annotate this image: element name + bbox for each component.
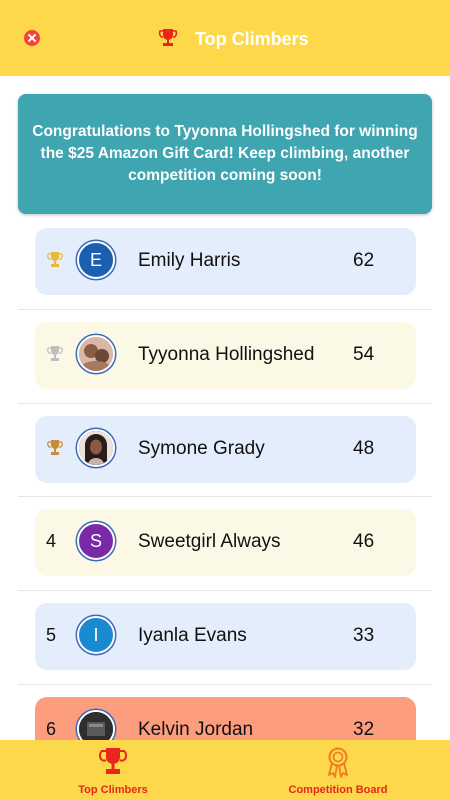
tab-top-climbers[interactable]: Top Climbers xyxy=(58,740,168,800)
player-name: Symone Grady xyxy=(138,438,265,459)
rank-number: 5 xyxy=(46,625,57,645)
leaderboard-row[interactable]: Tyyonna Hollingshed 54 xyxy=(35,322,416,389)
avatar-photo xyxy=(79,431,113,465)
avatar-initial: E xyxy=(89,249,102,270)
row-divider xyxy=(18,684,432,685)
award-ribbon-icon xyxy=(328,747,348,778)
player-name: Emily Harris xyxy=(138,250,241,271)
tab-label: Competition Board xyxy=(288,784,388,796)
page-title: Top Climbers xyxy=(195,29,309,49)
close-icon[interactable] xyxy=(24,30,40,46)
player-name: Iyanla Evans xyxy=(138,625,247,646)
player-score: 62 xyxy=(353,250,375,271)
avatar xyxy=(77,335,115,373)
avatar-photo xyxy=(79,337,113,371)
row-divider xyxy=(18,309,432,310)
player-score: 32 xyxy=(353,719,375,740)
trophy-icon xyxy=(99,748,127,774)
row-divider xyxy=(18,496,432,497)
tab-competition-board[interactable]: Competition Board xyxy=(278,740,398,800)
announcement-banner: Congratulations to Tyyonna Hollingshed f… xyxy=(18,94,432,214)
leaderboard-row[interactable]: Symone Grady 48 xyxy=(35,416,416,483)
player-name: Kelvin Jordan xyxy=(138,719,254,740)
player-score: 33 xyxy=(353,625,375,646)
row-divider xyxy=(18,403,432,404)
avatar-initial: S xyxy=(89,530,102,551)
avatar: S xyxy=(77,522,115,560)
leaderboard-row[interactable]: 4 S Sweetgirl Always 46 xyxy=(35,509,416,576)
avatar: E xyxy=(77,241,115,279)
leaderboard-row[interactable]: E Emily Harris 62 xyxy=(35,228,416,295)
avatar: I xyxy=(77,616,115,654)
bottom-tab-bar: Top Climbers Competition Board xyxy=(0,740,450,800)
tab-label: Top Climbers xyxy=(78,784,148,796)
rank-number: 4 xyxy=(46,531,57,551)
announcement-text: Congratulations to Tyyonna Hollingshed f… xyxy=(32,123,418,184)
bronze-trophy-icon xyxy=(47,440,63,455)
avatar xyxy=(77,429,115,467)
player-score: 54 xyxy=(353,344,375,365)
gold-trophy-icon xyxy=(47,252,63,267)
rank-number: 6 xyxy=(46,719,57,739)
row-divider xyxy=(18,590,432,591)
player-score: 48 xyxy=(353,438,375,459)
player-name: Tyyonna Hollingshed xyxy=(138,344,315,365)
player-score: 46 xyxy=(353,531,375,552)
player-name: Sweetgirl Always xyxy=(138,531,281,552)
header-bar: Top Climbers xyxy=(0,0,450,76)
avatar-initial: I xyxy=(93,624,99,645)
silver-trophy-icon xyxy=(47,346,63,361)
leaderboard-row[interactable]: 5 I Iyanla Evans 33 xyxy=(35,603,416,670)
trophy-icon xyxy=(158,29,178,46)
